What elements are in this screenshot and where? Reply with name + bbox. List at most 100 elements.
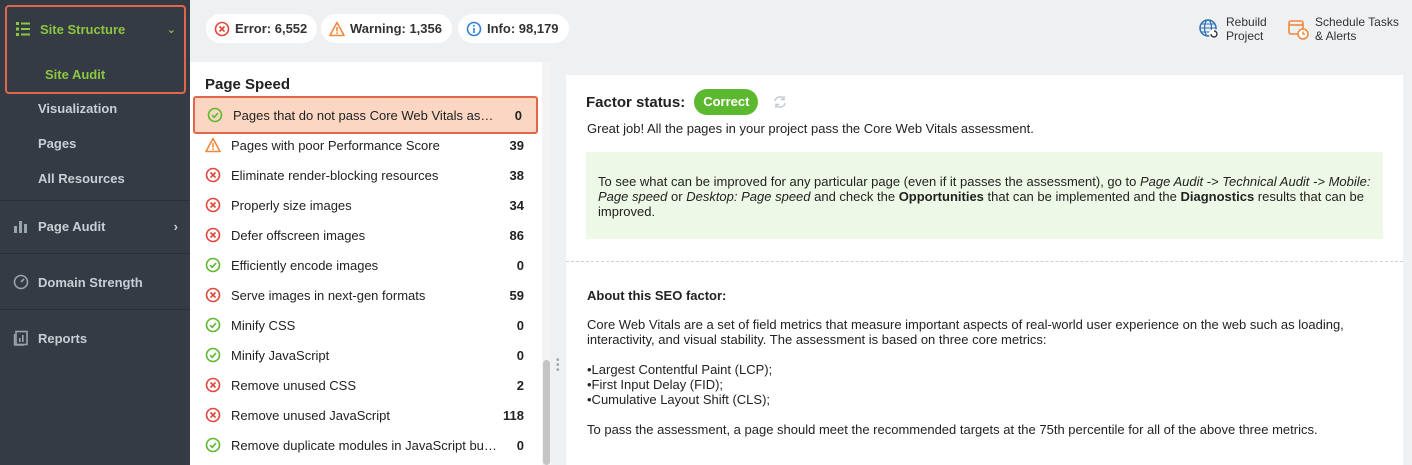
warning-badge[interactable]: Warning: 1,356	[321, 14, 452, 43]
factor-row-count: 39	[509, 137, 524, 153]
sidebar-item-all-resources[interactable]: All Resources	[38, 171, 125, 186]
warning-count: Warning: 1,356	[350, 21, 442, 36]
error-circle-icon	[205, 407, 221, 423]
factor-row[interactable]: Minify CSS 0	[193, 310, 538, 340]
factor-row-label: Pages that do not pass Core Web Vitals a…	[233, 107, 496, 123]
rebuild-project-label: Rebuild Project	[1226, 15, 1267, 43]
list-item: •Largest Contentful Paint (LCP);	[587, 362, 773, 377]
factor-row-count: 86	[509, 227, 524, 243]
error-badge[interactable]: Error: 6,552	[206, 14, 318, 43]
error-circle-icon	[205, 377, 221, 393]
factor-row-label: Remove duplicate modules in JavaScript b…	[231, 437, 498, 453]
list-item: •First Input Delay (FID);	[587, 377, 724, 392]
factor-row[interactable]: Eliminate render-blocking resources 38	[193, 160, 538, 190]
factor-row-count: 38	[509, 167, 524, 183]
list-title: Page Speed	[205, 76, 291, 93]
error-circle-icon	[205, 227, 221, 243]
sidebar-divider	[0, 309, 190, 310]
info-icon	[466, 21, 482, 37]
factor-row-label: Remove unused JavaScript	[231, 407, 390, 423]
factor-row[interactable]: Remove duplicate modules in JavaScript b…	[193, 430, 538, 460]
sidebar-item-page-audit[interactable]: Page Audit ›	[0, 211, 190, 241]
factor-row-count: 2	[516, 377, 524, 393]
factor-row-label: Minify JavaScript	[231, 347, 330, 363]
sidebar-item-domain-strength[interactable]: Domain Strength	[0, 267, 190, 297]
factor-row-count: 0	[516, 437, 524, 453]
about-title: About this SEO factor:	[587, 288, 727, 303]
tip-diagnostics: Diagnostics	[1180, 189, 1255, 204]
list-item: •Cumulative Layout Shift (CLS);	[587, 392, 771, 407]
factor-status-row: Factor status: Correct	[586, 89, 788, 115]
warning-icon	[329, 21, 345, 37]
factor-status-label: Factor status:	[586, 93, 686, 111]
factor-row[interactable]: Properly size images 34	[193, 190, 538, 220]
chevron-right-icon: ›	[173, 218, 178, 234]
factor-row-count: 118	[503, 407, 524, 423]
sidebar-item-label: Domain Strength	[38, 274, 143, 290]
site-structure-section: Site Structure ⌄ Site Audit	[5, 5, 186, 94]
factor-row-label: Eliminate render-blocking resources	[231, 167, 439, 183]
factor-list-panel: Page Speed Pages that do not pass Core W…	[190, 62, 551, 465]
factor-row[interactable]: Pages with poor Performance Score 39	[193, 130, 538, 160]
tip-opportunities: Opportunities	[898, 189, 984, 204]
factor-row-count: 59	[509, 287, 524, 303]
site-structure-icon	[15, 21, 31, 37]
factor-row-count: 0	[516, 317, 524, 333]
factor-row[interactable]: Defer offscreen images 86	[193, 220, 538, 250]
check-circle-icon	[207, 107, 223, 123]
schedule-icon	[1287, 18, 1309, 40]
top-bar: Error: 6,552 Warning: 1,356 Info: 98,179…	[190, 0, 1412, 57]
factor-summary: Great job! All the pages in your project…	[587, 121, 1034, 136]
check-circle-icon	[205, 347, 221, 363]
factor-row[interactable]: Serve images in next-gen formats 59	[193, 280, 538, 310]
factor-row[interactable]: Minify JavaScript 0	[193, 340, 538, 370]
schedule-tasks-button[interactable]: Schedule Tasks & Alerts	[1287, 15, 1399, 43]
chevron-down-icon[interactable]: ⌄	[167, 23, 176, 36]
warning-icon	[205, 137, 221, 153]
sidebar-divider	[0, 200, 190, 201]
factor-row-label: Properly size images	[231, 197, 352, 213]
error-circle-icon	[205, 287, 221, 303]
refresh-icon[interactable]	[772, 94, 788, 110]
sidebar-item-label: Page Audit	[38, 218, 106, 234]
sidebar-item-pages[interactable]: Pages	[38, 136, 76, 151]
factor-detail-panel: Factor status: Correct Great job! All th…	[566, 75, 1403, 465]
error-icon	[214, 21, 230, 37]
rebuild-project-button[interactable]: Rebuild Project	[1198, 15, 1267, 43]
factor-row-label: Remove unused CSS	[231, 377, 357, 393]
drag-handle-icon[interactable]: • • •	[556, 356, 560, 376]
factor-row-count: 0	[514, 107, 522, 123]
improvement-tip: To see what can be improved for any part…	[586, 152, 1383, 239]
sidebar-item-label: Reports	[38, 330, 88, 346]
factor-row[interactable]: Remove unused JavaScript 118	[193, 400, 538, 430]
factor-row[interactable]: Remove unused CSS 2	[193, 370, 538, 400]
scroll-thumb[interactable]	[543, 360, 550, 465]
sidebar-item-site-audit[interactable]: Site Audit	[45, 67, 105, 82]
factor-row[interactable]: Pages that do not pass Core Web Vitals a…	[193, 96, 538, 134]
sidebar-item-site-structure[interactable]: Site Structure ⌄	[7, 7, 184, 51]
about-text: Core Web Vitals are a set of field metri…	[587, 317, 1344, 347]
schedule-tasks-label: Schedule Tasks & Alerts	[1315, 15, 1399, 43]
panel-splitter[interactable]: • • •	[551, 62, 565, 465]
sidebar-divider	[0, 253, 190, 254]
error-count: Error: 6,552	[235, 21, 308, 36]
factor-row-label: Defer offscreen images	[231, 227, 366, 243]
factor-row-label: Pages with poor Performance Score	[231, 137, 440, 153]
sidebar-item-reports[interactable]: Reports	[0, 323, 190, 353]
factor-row-count: 0	[516, 347, 524, 363]
check-circle-icon	[205, 437, 221, 453]
factor-row[interactable]: Efficiently encode images 0	[193, 250, 538, 280]
sidebar-item-label: Site Structure	[40, 21, 126, 37]
sidebar-item-visualization[interactable]: Visualization	[38, 101, 117, 116]
list-scrollbar[interactable]	[542, 62, 551, 465]
info-count: Info: 98,179	[487, 21, 559, 36]
check-circle-icon	[205, 257, 221, 273]
check-circle-icon	[205, 317, 221, 333]
tip-path-desktop: Desktop: Page speed	[686, 189, 811, 204]
conclusion-text: To pass the assessment, a page should me…	[587, 422, 1318, 437]
error-circle-icon	[205, 197, 221, 213]
info-badge[interactable]: Info: 98,179	[458, 14, 569, 43]
factor-row-label: Efficiently encode images	[231, 257, 379, 273]
factor-row-count: 0	[516, 257, 524, 273]
reports-icon	[13, 330, 29, 346]
